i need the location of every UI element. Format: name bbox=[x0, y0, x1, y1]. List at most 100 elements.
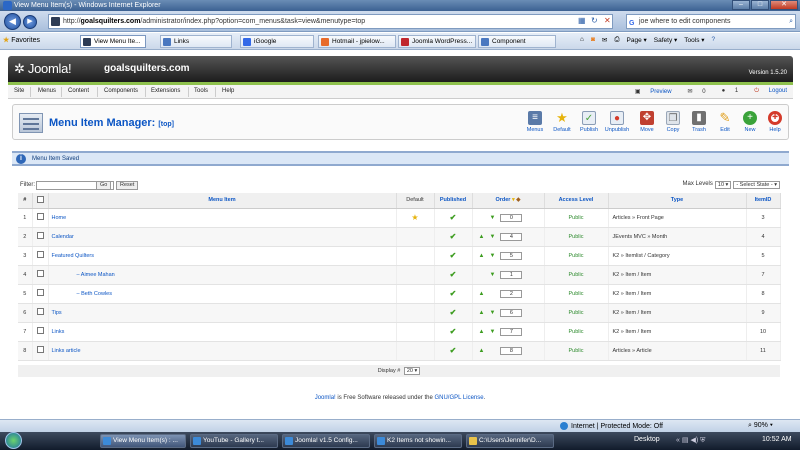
display-select[interactable]: 20 ▾ bbox=[403, 367, 421, 375]
mail-icon[interactable]: ✉ bbox=[602, 36, 607, 44]
row-checkbox[interactable] bbox=[36, 327, 44, 334]
menu-site[interactable]: Site bbox=[14, 88, 24, 94]
published-check-icon[interactable]: ✔ bbox=[450, 327, 457, 336]
menu-item-link[interactable]: Home bbox=[52, 215, 67, 221]
order-input[interactable]: 2 bbox=[500, 289, 523, 298]
menu-menus[interactable]: Menus bbox=[38, 88, 56, 94]
move-down-icon[interactable]: ▼ bbox=[489, 329, 495, 335]
minimize-icon[interactable]: – bbox=[732, 0, 750, 10]
menu-components[interactable]: Components bbox=[104, 88, 138, 94]
favorites-button[interactable]: ★ Favorites bbox=[3, 36, 40, 44]
col-published[interactable]: Published bbox=[434, 193, 473, 209]
new-button[interactable]: + New bbox=[736, 111, 764, 133]
row-checkbox[interactable] bbox=[36, 270, 44, 277]
order-input[interactable]: 8 bbox=[500, 346, 523, 355]
refresh-icon[interactable]: ↻ bbox=[591, 16, 601, 26]
close-icon[interactable]: ✕ bbox=[770, 0, 798, 10]
maximize-icon[interactable]: □ bbox=[751, 0, 769, 10]
move-up-icon[interactable]: ▲ bbox=[479, 310, 485, 316]
move-up-icon[interactable]: ▲ bbox=[479, 329, 485, 335]
address-input[interactable]: http://goalsquilters.com/administrator/i… bbox=[48, 14, 613, 29]
tray-arrow-icon[interactable]: « bbox=[676, 437, 680, 444]
search-input[interactable]: G joe where to edit components ⌕ bbox=[626, 14, 796, 29]
taskbar-item-explorer[interactable]: C:\Users\Jennifer\D... bbox=[466, 434, 554, 448]
move-button[interactable]: ✥ Move bbox=[633, 111, 661, 133]
published-check-icon[interactable]: ✔ bbox=[450, 308, 457, 317]
move-down-icon[interactable]: ▼ bbox=[489, 234, 495, 240]
order-input[interactable]: 0 bbox=[500, 213, 523, 222]
copy-button[interactable]: ❐ Copy bbox=[659, 111, 687, 133]
row-checkbox[interactable] bbox=[36, 289, 44, 296]
compat-view-icon[interactable]: ▦ bbox=[578, 16, 588, 26]
col-access[interactable]: Access Level bbox=[544, 193, 609, 209]
move-down-icon[interactable]: ▼ bbox=[489, 253, 495, 259]
move-up-icon[interactable]: ▲ bbox=[479, 253, 485, 259]
order-input[interactable]: 1 bbox=[500, 270, 523, 279]
search-icon[interactable]: ⌕ bbox=[789, 15, 793, 28]
col-type[interactable]: Type bbox=[608, 193, 747, 209]
menu-item-link[interactable]: Calendar bbox=[52, 234, 74, 240]
col-order[interactable]: Order ▾ ◆ bbox=[472, 193, 545, 209]
row-access[interactable]: Public bbox=[544, 246, 609, 266]
menu-extensions[interactable]: Extensions bbox=[151, 88, 180, 94]
move-down-icon[interactable]: ▼ bbox=[489, 272, 495, 278]
select-all-checkbox[interactable] bbox=[36, 195, 44, 203]
menu-item-link[interactable]: Featured Quilters bbox=[52, 253, 95, 259]
published-check-icon[interactable]: ✔ bbox=[450, 251, 457, 260]
print-icon[interactable]: ⎙ bbox=[614, 36, 619, 44]
menu-content[interactable]: Content bbox=[68, 88, 89, 94]
tab-component[interactable]: Component bbox=[478, 35, 556, 48]
default-button[interactable]: ★ Default bbox=[548, 111, 576, 134]
published-check-icon[interactable]: ✔ bbox=[450, 232, 457, 241]
move-up-icon[interactable]: ▲ bbox=[479, 291, 485, 297]
preview-link[interactable]: ▣ Preview bbox=[627, 88, 672, 95]
order-input[interactable]: 5 bbox=[500, 251, 523, 260]
menu-item-link[interactable]: – Beth Cowles bbox=[77, 291, 112, 297]
zoom-control[interactable]: ⌕ 90% ▾ bbox=[748, 422, 773, 430]
menu-item-link[interactable]: – Aimee Mahan bbox=[77, 272, 115, 278]
row-access[interactable]: Public bbox=[544, 303, 609, 323]
reset-button[interactable]: Reset bbox=[116, 181, 139, 190]
published-check-icon[interactable]: ✔ bbox=[450, 289, 457, 298]
joomla-link[interactable]: Joomla! bbox=[315, 395, 336, 401]
logout-link[interactable]: ⏻ Logout bbox=[746, 88, 787, 95]
row-checkbox[interactable] bbox=[36, 346, 44, 353]
network-icon[interactable]: ▤ bbox=[682, 437, 689, 444]
go-button[interactable]: Go bbox=[96, 181, 112, 190]
menus-button[interactable]: ≡ Menus bbox=[521, 111, 549, 133]
taskbar-item-joomla-config[interactable]: Joomla! v1.5 Config... bbox=[282, 434, 370, 448]
tab-joomla-wordpress[interactable]: Joomla WordPress... bbox=[398, 35, 476, 48]
move-up-icon[interactable]: ▲ bbox=[479, 348, 485, 354]
row-access[interactable]: Public bbox=[544, 322, 609, 342]
back-icon[interactable]: ◀ bbox=[4, 13, 21, 30]
shield-icon[interactable]: ⛨ bbox=[700, 437, 705, 444]
messages-count[interactable]: ✉ 0 bbox=[680, 88, 706, 95]
security-zone[interactable]: Internet | Protected Mode: Off bbox=[560, 422, 663, 430]
row-access[interactable]: Public bbox=[544, 227, 609, 247]
joomla-logo[interactable]: ✲ Joomla! bbox=[14, 61, 72, 77]
state-select[interactable]: - Select State - ▾ bbox=[733, 181, 780, 189]
col-menu-item[interactable]: Menu Item bbox=[48, 193, 397, 209]
row-checkbox[interactable] bbox=[36, 213, 44, 220]
safety-menu[interactable]: Safety ▾ bbox=[654, 36, 678, 44]
col-itemid[interactable]: ItemID bbox=[746, 193, 781, 209]
published-check-icon[interactable]: ✔ bbox=[450, 270, 457, 279]
row-checkbox[interactable] bbox=[36, 232, 44, 239]
row-access[interactable]: Public bbox=[544, 284, 609, 304]
menu-help[interactable]: Help bbox=[222, 88, 234, 94]
publish-button[interactable]: ✓ Publish bbox=[575, 111, 603, 133]
move-down-icon[interactable]: ▼ bbox=[489, 310, 495, 316]
menu-item-link[interactable]: Tips bbox=[52, 310, 62, 316]
taskbar-item-youtube[interactable]: YouTube - Gallery t... bbox=[190, 434, 278, 448]
tab-hotmail[interactable]: Hotmail - jpielow... bbox=[318, 35, 396, 48]
license-link[interactable]: GNU/GPL License bbox=[434, 395, 483, 401]
taskbar-item-k2[interactable]: K2 Items not showin... bbox=[374, 434, 462, 448]
page-menu[interactable]: Page ▾ bbox=[627, 36, 647, 44]
unpublish-button[interactable]: ● Unpublish bbox=[603, 111, 631, 133]
help-icon[interactable]: ? bbox=[712, 36, 716, 44]
published-check-icon[interactable]: ✔ bbox=[450, 213, 457, 222]
menu-item-link[interactable]: Links article bbox=[52, 348, 81, 354]
published-check-icon[interactable]: ✔ bbox=[450, 346, 457, 355]
save-order-icon[interactable]: ◆ bbox=[516, 197, 520, 203]
row-access[interactable]: Public bbox=[544, 341, 609, 361]
